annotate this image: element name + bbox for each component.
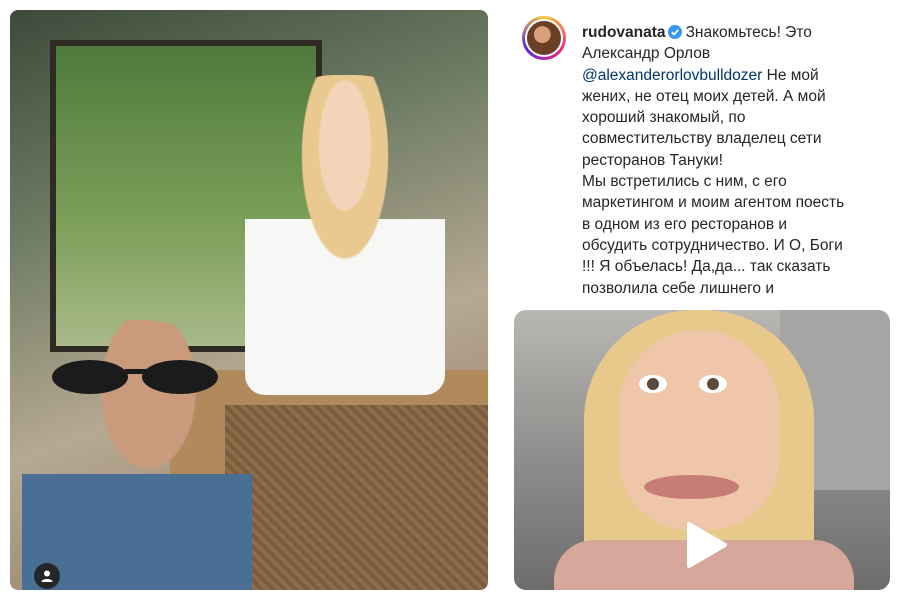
- caption-line: жених, не отец моих детей. А мой: [582, 87, 826, 105]
- caption-line: Не мой: [762, 66, 819, 84]
- tagged-user-button[interactable]: [34, 563, 60, 589]
- caption-line: позволила себе лишнего и: [582, 279, 775, 297]
- woman-face: [619, 330, 779, 530]
- play-icon: [687, 522, 727, 568]
- woman-figure: [245, 75, 445, 395]
- verified-badge-icon: [667, 25, 682, 39]
- video-thumbnail[interactable]: [514, 310, 890, 590]
- caption-line: обсудить сотрудничество. И О, Боги: [582, 236, 843, 254]
- caption-line: Александр Орлов: [582, 45, 711, 63]
- bamboo-mat: [225, 405, 488, 590]
- caption-line: маркетингом и моим агентом поесть: [582, 194, 845, 212]
- caption-line: ресторанов Тануки!: [582, 151, 723, 169]
- caption-line: хороший знакомый, по: [582, 109, 746, 127]
- post-photo-restaurant[interactable]: [10, 10, 488, 590]
- eye-right: [699, 375, 727, 393]
- user-profile-icon: [41, 570, 53, 582]
- mention-link[interactable]: @alexanderorlovbulldozer: [582, 67, 762, 84]
- sunglasses-shape: [52, 360, 218, 394]
- post-caption: rudovanata Знакомьтесь! Это Александр Ор…: [522, 14, 892, 304]
- caption-text: rudovanata Знакомьтесь! Это Александр Ор…: [582, 22, 890, 299]
- caption-line: Знакомьтесь! Это: [685, 24, 812, 41]
- play-button[interactable]: [679, 517, 735, 573]
- avatar-photo: [525, 19, 563, 57]
- caption-line: в одном из его ресторанов и: [582, 215, 788, 233]
- username-link[interactable]: rudovanata: [582, 24, 666, 41]
- profile-avatar[interactable]: [522, 16, 566, 60]
- eye-left: [639, 375, 667, 393]
- caption-line: !!! Я объелась! Да,да... так сказать: [582, 258, 831, 276]
- caption-line: совместительству владелец сети: [582, 130, 822, 148]
- mouth: [644, 475, 739, 499]
- caption-line: Мы встретились с ним, с его: [582, 173, 787, 191]
